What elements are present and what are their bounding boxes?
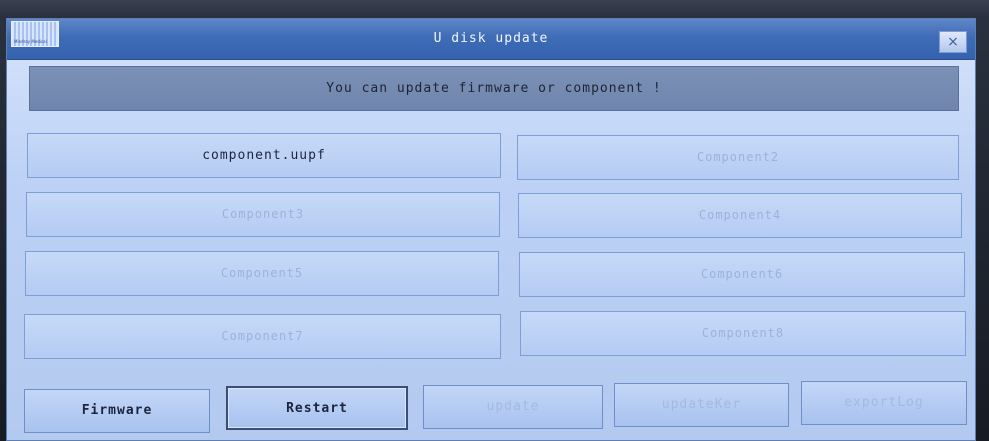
- background-window-titlebar: [0, 0, 989, 16]
- close-icon: ×: [947, 34, 959, 50]
- dialog-title: U disk update: [433, 31, 549, 46]
- component-4-button[interactable]: Component4: [518, 193, 962, 238]
- screen: Mindray Medical U disk update × You can …: [0, 0, 989, 441]
- component-5-button[interactable]: Component5: [25, 251, 499, 296]
- component-8-button[interactable]: Component8: [520, 311, 966, 356]
- u-disk-update-dialog: Mindray Medical U disk update × You can …: [6, 18, 976, 441]
- close-button[interactable]: ×: [939, 31, 967, 53]
- firmware-button[interactable]: Firmware: [24, 389, 210, 433]
- exportlog-button[interactable]: exportLog: [801, 381, 967, 425]
- dialog-titlebar: Mindray Medical U disk update ×: [7, 19, 975, 60]
- component-3-button[interactable]: Component3: [26, 192, 500, 237]
- updateker-button[interactable]: updateKer: [614, 383, 789, 427]
- component-1-button[interactable]: component.uupf: [27, 133, 501, 178]
- component-7-button[interactable]: Component7: [24, 314, 501, 359]
- restart-button[interactable]: Restart: [226, 386, 408, 430]
- component-6-button[interactable]: Component6: [519, 252, 965, 297]
- update-button[interactable]: update: [423, 385, 603, 429]
- component-2-button[interactable]: Component2: [517, 135, 959, 180]
- info-banner: You can update firmware or component !: [29, 66, 959, 111]
